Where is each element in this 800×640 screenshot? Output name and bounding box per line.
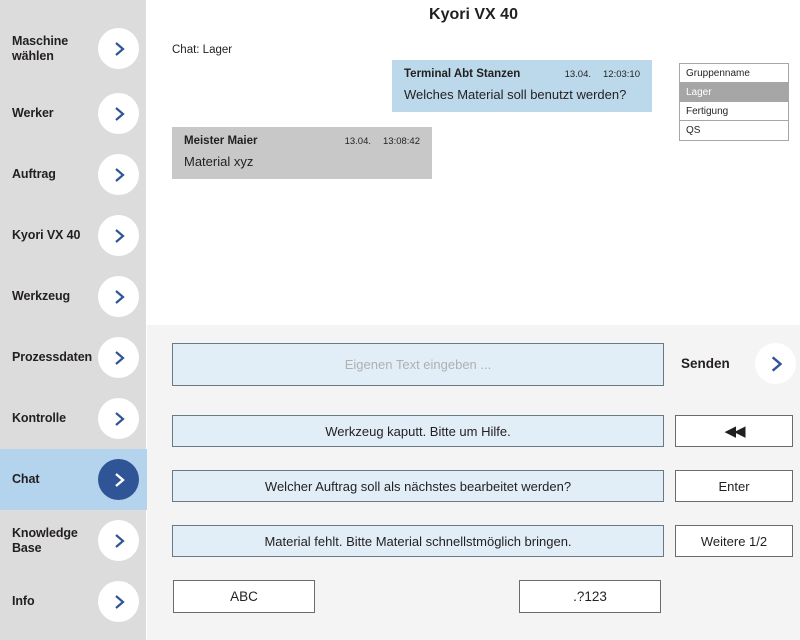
chevron-right-icon[interactable] <box>98 520 139 561</box>
backspace-button[interactable]: ◀◀ <box>675 415 793 447</box>
message-time: 12:03:10 <box>603 69 640 80</box>
quick-reply-button-1[interactable]: Werkzeug kaputt. Bitte um Hilfe. <box>172 415 664 447</box>
send-label: Senden <box>681 356 730 371</box>
sidebar-item-chat[interactable]: Chat <box>0 449 147 510</box>
sidebar-item-label: Kontrolle <box>0 411 86 426</box>
terminal-screen: Maschine wählen Werker Auftrag Kyori VX … <box>0 0 800 640</box>
chevron-right-icon[interactable] <box>98 459 139 500</box>
chevron-right-icon <box>766 354 786 374</box>
sidebar-item-label: Knowledge Base <box>0 526 86 556</box>
sidebar-item-label: Info <box>0 594 86 609</box>
group-list-item-lager[interactable]: Lager <box>680 83 788 102</box>
enter-button[interactable]: Enter <box>675 470 793 502</box>
group-list: Gruppenname Lager Fertigung QS <box>679 63 789 141</box>
page-title: Kyori VX 40 <box>147 6 800 24</box>
message-header: Meister Maier 13.04. 13:08:42 <box>184 135 420 147</box>
sidebar-item-auftrag[interactable]: Auftrag <box>0 144 147 205</box>
chat-room-label: Chat: Lager <box>172 44 232 56</box>
numeric-keyboard-button[interactable]: .?123 <box>519 580 661 613</box>
message-header: Terminal Abt Stanzen 13.04. 12:03:10 <box>404 68 640 80</box>
chevron-right-icon[interactable] <box>98 93 139 134</box>
quick-reply-button-3[interactable]: Material fehlt. Bitte Material schnellst… <box>172 525 664 557</box>
message-input-placeholder: Eigenen Text eingeben ... <box>345 357 492 372</box>
message-date: 13.04. <box>565 69 591 80</box>
group-list-header: Gruppenname <box>680 64 788 83</box>
message-time: 13:08:42 <box>383 136 420 147</box>
sidebar-item-maschine-waehlen[interactable]: Maschine wählen <box>0 18 147 79</box>
sidebar-item-kontrolle[interactable]: Kontrolle <box>0 388 147 449</box>
sidebar-item-label: Chat <box>0 472 86 487</box>
group-list-item-fertigung[interactable]: Fertigung <box>680 102 788 121</box>
chevron-right-icon[interactable] <box>98 398 139 439</box>
sidebar-item-label: Prozessdaten <box>0 350 86 365</box>
chat-message-incoming: Terminal Abt Stanzen 13.04. 12:03:10 Wel… <box>392 60 652 112</box>
message-input[interactable]: Eigenen Text eingeben ... <box>172 343 664 386</box>
sidebar-item-werker[interactable]: Werker <box>0 83 147 144</box>
composer-panel: Eigenen Text eingeben ... Senden Werkzeu… <box>147 325 800 640</box>
send-button[interactable] <box>755 343 796 384</box>
abc-keyboard-button[interactable]: ABC <box>173 580 315 613</box>
chevron-right-icon[interactable] <box>98 276 139 317</box>
chevron-right-icon[interactable] <box>98 337 139 378</box>
sidebar-item-kyori-vx-40[interactable]: Kyori VX 40 <box>0 205 147 266</box>
sidebar-item-info[interactable]: Info <box>0 571 147 632</box>
sidebar: Maschine wählen Werker Auftrag Kyori VX … <box>0 0 147 640</box>
message-text: Welches Material soll benutzt werden? <box>404 87 640 102</box>
chevron-right-icon[interactable] <box>98 215 139 256</box>
sidebar-item-label: Auftrag <box>0 167 86 182</box>
chevron-right-icon[interactable] <box>98 154 139 195</box>
sidebar-item-label: Werker <box>0 106 86 121</box>
sidebar-item-label: Kyori VX 40 <box>0 228 86 243</box>
message-author: Meister Maier <box>184 135 345 147</box>
message-date: 13.04. <box>345 136 371 147</box>
chevron-right-icon[interactable] <box>98 28 139 69</box>
sidebar-item-label: Maschine wählen <box>0 34 86 64</box>
chat-message-outgoing: Meister Maier 13.04. 13:08:42 Material x… <box>172 127 432 179</box>
sidebar-item-label: Werkzeug <box>0 289 86 304</box>
quick-reply-button-2[interactable]: Welcher Auftrag soll als nächstes bearbe… <box>172 470 664 502</box>
more-button[interactable]: Weitere 1/2 <box>675 525 793 557</box>
sidebar-item-prozessdaten[interactable]: Prozessdaten <box>0 327 147 388</box>
message-author: Terminal Abt Stanzen <box>404 68 565 80</box>
rewind-icon: ◀◀ <box>724 422 743 440</box>
sidebar-item-knowledge-base[interactable]: Knowledge Base <box>0 510 147 571</box>
group-list-item-qs[interactable]: QS <box>680 121 788 140</box>
message-text: Material xyz <box>184 154 420 169</box>
chevron-right-icon[interactable] <box>98 581 139 622</box>
sidebar-item-werkzeug[interactable]: Werkzeug <box>0 266 147 327</box>
main-content: Kyori VX 40 Chat: Lager Terminal Abt Sta… <box>147 0 800 640</box>
